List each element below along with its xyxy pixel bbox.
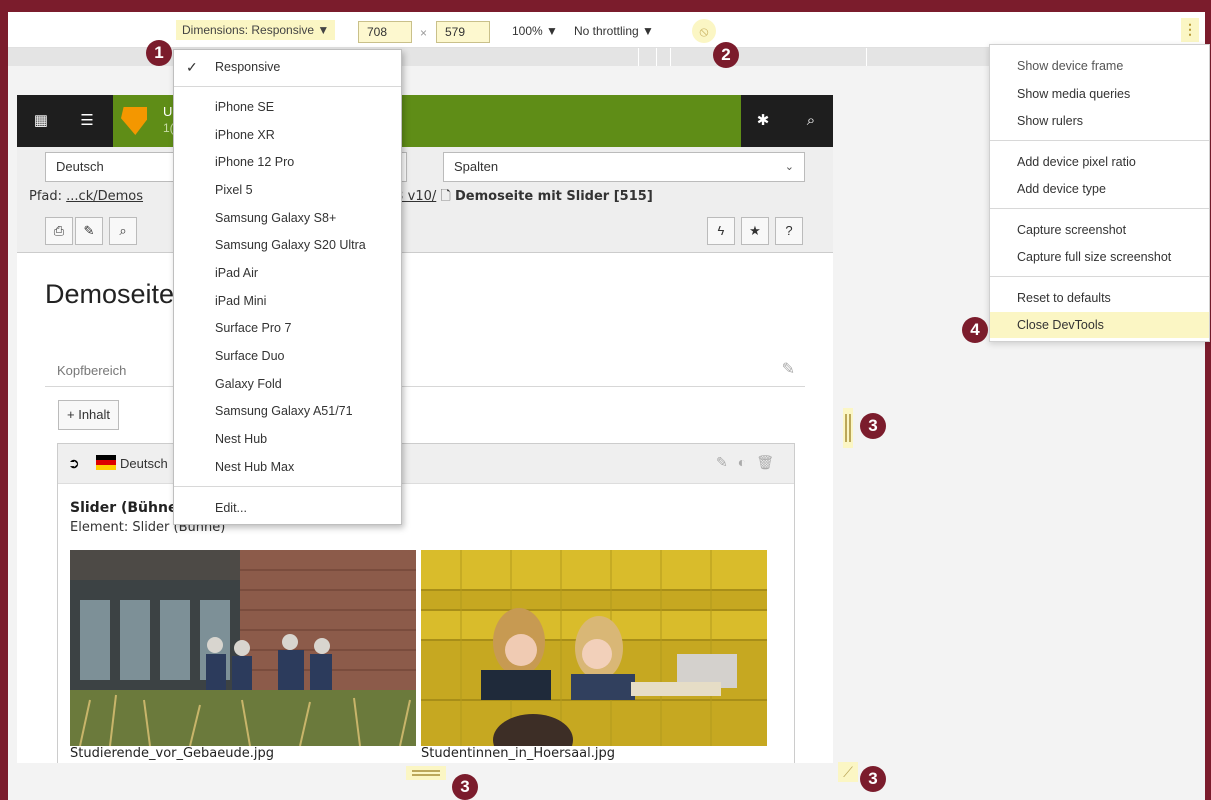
image-students-building	[70, 550, 416, 746]
device-option-pixel-5[interactable]: Pixel 5	[174, 179, 401, 201]
expand-arrow-icon[interactable]: ➲	[68, 455, 80, 472]
menu-add-device-pixel-ratio[interactable]: Add device pixel ratio	[990, 149, 1209, 175]
device-option-galaxy-s20-ultra[interactable]: Samsung Galaxy S20 Ultra	[174, 234, 401, 256]
bottom-resize-handle[interactable]	[406, 766, 446, 780]
view-page-button[interactable]: ⎙	[45, 217, 73, 245]
chevron-down-icon: ⌄	[784, 161, 794, 173]
menu-separator	[990, 208, 1209, 209]
settings-gear-icon[interactable]: ✱	[753, 111, 773, 131]
device-option-surface-pro-7[interactable]: Surface Pro 7	[174, 317, 401, 339]
menu-capture-full-size-screenshot[interactable]: Capture full size screenshot	[990, 244, 1209, 270]
image2-caption: Studentinnen_in_Hoersaal.jpg	[421, 746, 615, 761]
frame-top-bar	[0, 0, 1211, 12]
element-title: Slider (Bühne	[70, 500, 178, 516]
content-element: ➲ Deutsch ✎◐🗑 Slider (Bühne Element: Sli…	[57, 443, 795, 763]
device-option-ipad-mini[interactable]: iPad Mini	[174, 290, 401, 312]
dimensions-select[interactable]: Dimensions: Responsive ▼	[176, 20, 336, 40]
menu-reset-to-defaults[interactable]: Reset to defaults	[990, 285, 1209, 311]
edit-page-button[interactable]: ✎	[75, 217, 103, 245]
device-toolbar: Dimensions: Responsive ▼ 708 × 579 100% …	[8, 12, 1205, 48]
doc-header: Deutsch Spalten ⌄ Pfad: ...ck/Demos TYPO…	[17, 147, 833, 253]
more-options-menu: Show device frame Show media queries Sho…	[989, 44, 1210, 342]
callout-marker-2: 2	[713, 42, 739, 68]
callout-marker-3-corner: 3	[860, 766, 886, 792]
dropdown-separator	[174, 486, 401, 487]
throttling-select[interactable]: No throttling ▼	[574, 21, 654, 41]
zoom-select[interactable]: 100% ▼	[512, 21, 558, 41]
device-option-responsive[interactable]: ✓ Responsive	[174, 56, 401, 78]
menu-show-rulers[interactable]: Show rulers	[990, 108, 1209, 134]
menu-separator	[990, 140, 1209, 141]
device-option-nest-hub-max[interactable]: Nest Hub Max	[174, 456, 401, 478]
menu-close-devtools[interactable]: Close DevTools	[990, 312, 1209, 338]
image-students-lecture-hall	[421, 550, 767, 746]
menu-show-media-queries[interactable]: Show media queries	[990, 81, 1209, 107]
device-option-surface-duo[interactable]: Surface Duo	[174, 345, 401, 367]
current-page-name: Demoseite mit Slider [515]	[455, 189, 653, 204]
column-tab-bar: Kopfbereich ✎	[45, 353, 805, 387]
page-file-icon: 🗋	[440, 189, 451, 204]
view-mode-select[interactable]: Spalten ⌄	[443, 152, 805, 182]
callout-marker-3-right: 3	[860, 413, 886, 439]
clear-cache-button[interactable]: ϟ	[707, 217, 735, 245]
tab-kopfbereich[interactable]: Kopfbereich	[57, 363, 126, 378]
menu-separator	[990, 276, 1209, 277]
right-resize-handle[interactable]	[843, 408, 853, 448]
menu-capture-screenshot[interactable]: Capture screenshot	[990, 217, 1209, 243]
device-option-iphone-12-pro[interactable]: iPhone 12 Pro	[174, 151, 401, 173]
emulated-viewport: ▦ ☰ U 1( ✱ ⌕ Deutsch Spalten ⌄ Pfad: ...…	[17, 95, 833, 763]
menu-show-device-frame[interactable]: Show device frame	[990, 53, 1209, 79]
language-select-value: Deutsch	[56, 159, 104, 174]
device-option-galaxy-fold[interactable]: Galaxy Fold	[174, 373, 401, 395]
height-input[interactable]: 579	[436, 21, 490, 43]
device-option-galaxy-a51[interactable]: Samsung Galaxy A51/71	[174, 400, 401, 422]
path-label: Pfad:	[29, 189, 63, 204]
edit-column-icon[interactable]: ✎	[782, 359, 795, 379]
module-menu-icon[interactable]: ▦	[31, 111, 51, 131]
path-link-demos[interactable]: ...ck/Demos	[66, 189, 143, 204]
page-title: Demoseite	[45, 279, 175, 309]
page-tree-toggle-icon[interactable]: ☰	[77, 111, 97, 131]
menu-add-device-type[interactable]: Add device type	[990, 176, 1209, 202]
german-flag-icon	[96, 455, 116, 470]
view-mode-value: Spalten	[454, 159, 499, 174]
dimension-times-sign: ×	[420, 26, 428, 40]
bookmark-star-button[interactable]: ★	[741, 217, 769, 245]
device-option-nest-hub[interactable]: Nest Hub	[174, 428, 401, 450]
element-language: Deutsch	[120, 456, 168, 471]
content-element-header: ➲ Deutsch ✎◐🗑	[58, 444, 794, 484]
add-content-button[interactable]: + Inhalt	[58, 400, 120, 430]
device-option-galaxy-s8[interactable]: Samsung Galaxy S8+	[174, 207, 401, 229]
typo3-topbar: ▦ ☰ U 1( ✱ ⌕	[17, 95, 833, 147]
checkmark-icon: ✓	[186, 59, 198, 75]
width-input[interactable]: 708	[358, 21, 412, 43]
more-options-icon[interactable]: ⋮	[1181, 18, 1199, 42]
search-icon[interactable]: ⌕	[801, 111, 821, 131]
image1-caption: Studierende_vor_Gebaeude.jpg	[70, 746, 275, 761]
search-button[interactable]: ⌕	[109, 217, 137, 245]
device-option-edit[interactable]: Edit...	[174, 497, 401, 519]
dropdown-separator	[174, 86, 401, 87]
device-option-label: Responsive	[215, 60, 281, 74]
element-action-icons[interactable]: ✎◐🗑	[716, 454, 784, 471]
device-option-iphone-se[interactable]: iPhone SE	[174, 96, 401, 118]
corner-resize-handle[interactable]: ⟋	[838, 762, 858, 782]
site-name: U	[163, 104, 173, 119]
rotate-icon[interactable]: ⦸	[692, 19, 716, 43]
callout-marker-3-bottom: 3	[452, 774, 478, 800]
dimensions-dropdown: ✓ Responsive iPhone SE iPhone XR iPhone …	[173, 49, 402, 525]
device-option-iphone-xr[interactable]: iPhone XR	[174, 124, 401, 146]
callout-marker-1: 1	[146, 40, 172, 66]
callout-marker-4: 4	[962, 317, 988, 343]
help-button[interactable]: ?	[775, 217, 803, 245]
device-option-ipad-air[interactable]: iPad Air	[174, 262, 401, 284]
